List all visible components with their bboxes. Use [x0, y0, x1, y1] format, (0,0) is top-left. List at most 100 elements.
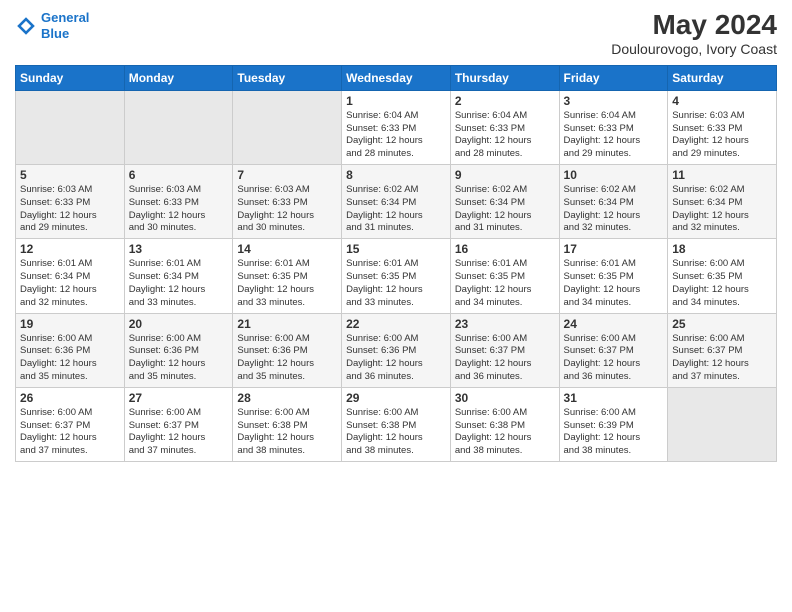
day-info: Sunrise: 6:01 AMSunset: 6:35 PMDaylight:… — [237, 258, 337, 309]
day-info: Sunrise: 6:00 AMSunset: 6:37 PMDaylight:… — [672, 333, 772, 384]
week-row-3: 12Sunrise: 6:01 AMSunset: 6:34 PMDayligh… — [16, 239, 777, 313]
calendar-cell: 26 Sunrise: 6:00 AMSunset: 6:37 PMDayligh… — [16, 387, 125, 461]
day-info: Sunrise: 6:00 AMSunset: 6:38 PMDaylight:… — [346, 407, 446, 458]
day-number: 16 — [455, 242, 555, 256]
day-number: 13 — [129, 242, 229, 256]
calendar-cell — [124, 90, 233, 164]
day-info: Sunrise: 6:00 AMSunset: 6:36 PMDaylight:… — [237, 333, 337, 384]
day-number: 21 — [237, 317, 337, 331]
day-info: Sunrise: 6:00 AMSunset: 6:35 PMDaylight:… — [672, 258, 772, 309]
calendar-cell — [233, 90, 342, 164]
calendar-cell: 10 Sunrise: 6:02 AMSunset: 6:34 PMDayligh… — [559, 165, 668, 239]
calendar-cell: 2 Sunrise: 6:04 AMSunset: 6:33 PMDaylight… — [450, 90, 559, 164]
day-number: 27 — [129, 391, 229, 405]
header-saturday: Saturday — [668, 65, 777, 90]
day-info: Sunrise: 6:02 AMSunset: 6:34 PMDaylight:… — [672, 184, 772, 235]
calendar-cell: 9 Sunrise: 6:02 AMSunset: 6:34 PMDaylight… — [450, 165, 559, 239]
day-number: 24 — [564, 317, 664, 331]
calendar-cell: 3Sunrise: 6:04 AMSunset: 6:33 PMDaylight… — [559, 90, 668, 164]
day-info: Sunrise: 6:00 AMSunset: 6:36 PMDaylight:… — [20, 333, 120, 384]
day-number: 18 — [672, 242, 772, 256]
calendar-cell: 21 Sunrise: 6:00 AMSunset: 6:36 PMDayligh… — [233, 313, 342, 387]
day-number: 8 — [346, 168, 446, 182]
day-number: 7 — [237, 168, 337, 182]
week-row-4: 19 Sunrise: 6:00 AMSunset: 6:36 PMDayligh… — [16, 313, 777, 387]
calendar-cell: 8 Sunrise: 6:02 AMSunset: 6:34 PMDaylight… — [342, 165, 451, 239]
day-number: 5 — [20, 168, 120, 182]
day-number: 2 — [455, 94, 555, 108]
calendar-cell: 31Sunrise: 6:00 AMSunset: 6:39 PMDayligh… — [559, 387, 668, 461]
weekday-header-row: Sunday Monday Tuesday Wednesday Thursday… — [16, 65, 777, 90]
header-wednesday: Wednesday — [342, 65, 451, 90]
day-info: Sunrise: 6:00 AMSunset: 6:36 PMDaylight:… — [129, 333, 229, 384]
day-info: Sunrise: 6:04 AMSunset: 6:33 PMDaylight:… — [346, 110, 446, 161]
day-number: 9 — [455, 168, 555, 182]
day-info: Sunrise: 6:01 AMSunset: 6:35 PMDaylight:… — [455, 258, 555, 309]
logo-text: General Blue — [41, 10, 89, 41]
day-number: 31 — [564, 391, 664, 405]
calendar-cell: 7 Sunrise: 6:03 AMSunset: 6:33 PMDaylight… — [233, 165, 342, 239]
calendar-cell — [668, 387, 777, 461]
day-info: Sunrise: 6:04 AMSunset: 6:33 PMDaylight:… — [564, 110, 664, 161]
calendar-cell: 17Sunrise: 6:01 AMSunset: 6:35 PMDayligh… — [559, 239, 668, 313]
logo-line2: Blue — [41, 26, 69, 41]
logo-line1: General — [41, 10, 89, 25]
page: General Blue May 2024 Doulourovogo, Ivor… — [0, 0, 792, 612]
day-info: Sunrise: 6:02 AMSunset: 6:34 PMDaylight:… — [346, 184, 446, 235]
day-info: Sunrise: 6:02 AMSunset: 6:34 PMDaylight:… — [455, 184, 555, 235]
day-number: 6 — [129, 168, 229, 182]
day-info: Sunrise: 6:03 AMSunset: 6:33 PMDaylight:… — [20, 184, 120, 235]
day-number: 28 — [237, 391, 337, 405]
calendar-cell: 20 Sunrise: 6:00 AMSunset: 6:36 PMDayligh… — [124, 313, 233, 387]
header: General Blue May 2024 Doulourovogo, Ivor… — [15, 10, 777, 57]
day-number: 10 — [564, 168, 664, 182]
week-row-2: 5 Sunrise: 6:03 AMSunset: 6:33 PMDaylight… — [16, 165, 777, 239]
calendar-cell: 19 Sunrise: 6:00 AMSunset: 6:36 PMDayligh… — [16, 313, 125, 387]
day-number: 25 — [672, 317, 772, 331]
day-info: Sunrise: 6:00 AMSunset: 6:38 PMDaylight:… — [237, 407, 337, 458]
calendar-cell: 14 Sunrise: 6:01 AMSunset: 6:35 PMDayligh… — [233, 239, 342, 313]
week-row-5: 26 Sunrise: 6:00 AMSunset: 6:37 PMDayligh… — [16, 387, 777, 461]
day-info: Sunrise: 6:00 AMSunset: 6:37 PMDaylight:… — [455, 333, 555, 384]
calendar-cell: 24 Sunrise: 6:00 AMSunset: 6:37 PMDayligh… — [559, 313, 668, 387]
logo: General Blue — [15, 10, 89, 41]
day-number: 20 — [129, 317, 229, 331]
day-number: 30 — [455, 391, 555, 405]
day-info: Sunrise: 6:01 AMSunset: 6:35 PMDaylight:… — [564, 258, 664, 309]
day-info: Sunrise: 6:00 AMSunset: 6:37 PMDaylight:… — [564, 333, 664, 384]
day-info: Sunrise: 6:03 AMSunset: 6:33 PMDaylight:… — [237, 184, 337, 235]
calendar-cell: 16 Sunrise: 6:01 AMSunset: 6:35 PMDayligh… — [450, 239, 559, 313]
day-number: 29 — [346, 391, 446, 405]
calendar-cell: 30 Sunrise: 6:00 AMSunset: 6:38 PMDayligh… — [450, 387, 559, 461]
header-thursday: Thursday — [450, 65, 559, 90]
calendar-title: May 2024 — [611, 10, 777, 41]
calendar-cell: 13 Sunrise: 6:01 AMSunset: 6:34 PMDayligh… — [124, 239, 233, 313]
calendar-cell: 22 Sunrise: 6:00 AMSunset: 6:36 PMDayligh… — [342, 313, 451, 387]
day-number: 11 — [672, 168, 772, 182]
day-number: 14 — [237, 242, 337, 256]
day-info: Sunrise: 6:00 AMSunset: 6:36 PMDaylight:… — [346, 333, 446, 384]
day-info: Sunrise: 6:02 AMSunset: 6:34 PMDaylight:… — [564, 184, 664, 235]
calendar-cell: 12Sunrise: 6:01 AMSunset: 6:34 PMDayligh… — [16, 239, 125, 313]
day-info: Sunrise: 6:00 AMSunset: 6:38 PMDaylight:… — [455, 407, 555, 458]
day-info: Sunrise: 6:01 AMSunset: 6:34 PMDaylight:… — [129, 258, 229, 309]
day-info: Sunrise: 6:04 AMSunset: 6:33 PMDaylight:… — [455, 110, 555, 161]
calendar-cell: 15Sunrise: 6:01 AMSunset: 6:35 PMDayligh… — [342, 239, 451, 313]
day-number: 19 — [20, 317, 120, 331]
header-sunday: Sunday — [16, 65, 125, 90]
calendar-cell: 5 Sunrise: 6:03 AMSunset: 6:33 PMDaylight… — [16, 165, 125, 239]
day-number: 1 — [346, 94, 446, 108]
day-number: 22 — [346, 317, 446, 331]
calendar-cell — [16, 90, 125, 164]
calendar-cell: 1 Sunrise: 6:04 AMSunset: 6:33 PMDaylight… — [342, 90, 451, 164]
calendar-cell: 27Sunrise: 6:00 AMSunset: 6:37 PMDayligh… — [124, 387, 233, 461]
calendar-cell: 11 Sunrise: 6:02 AMSunset: 6:34 PMDayligh… — [668, 165, 777, 239]
calendar-cell: 6Sunrise: 6:03 AMSunset: 6:33 PMDaylight… — [124, 165, 233, 239]
day-number: 26 — [20, 391, 120, 405]
day-number: 23 — [455, 317, 555, 331]
day-info: Sunrise: 6:00 AMSunset: 6:37 PMDaylight:… — [20, 407, 120, 458]
day-info: Sunrise: 6:01 AMSunset: 6:34 PMDaylight:… — [20, 258, 120, 309]
logo-icon — [15, 15, 37, 37]
calendar-cell: 18 Sunrise: 6:00 AMSunset: 6:35 PMDayligh… — [668, 239, 777, 313]
calendar-table: Sunday Monday Tuesday Wednesday Thursday… — [15, 65, 777, 462]
